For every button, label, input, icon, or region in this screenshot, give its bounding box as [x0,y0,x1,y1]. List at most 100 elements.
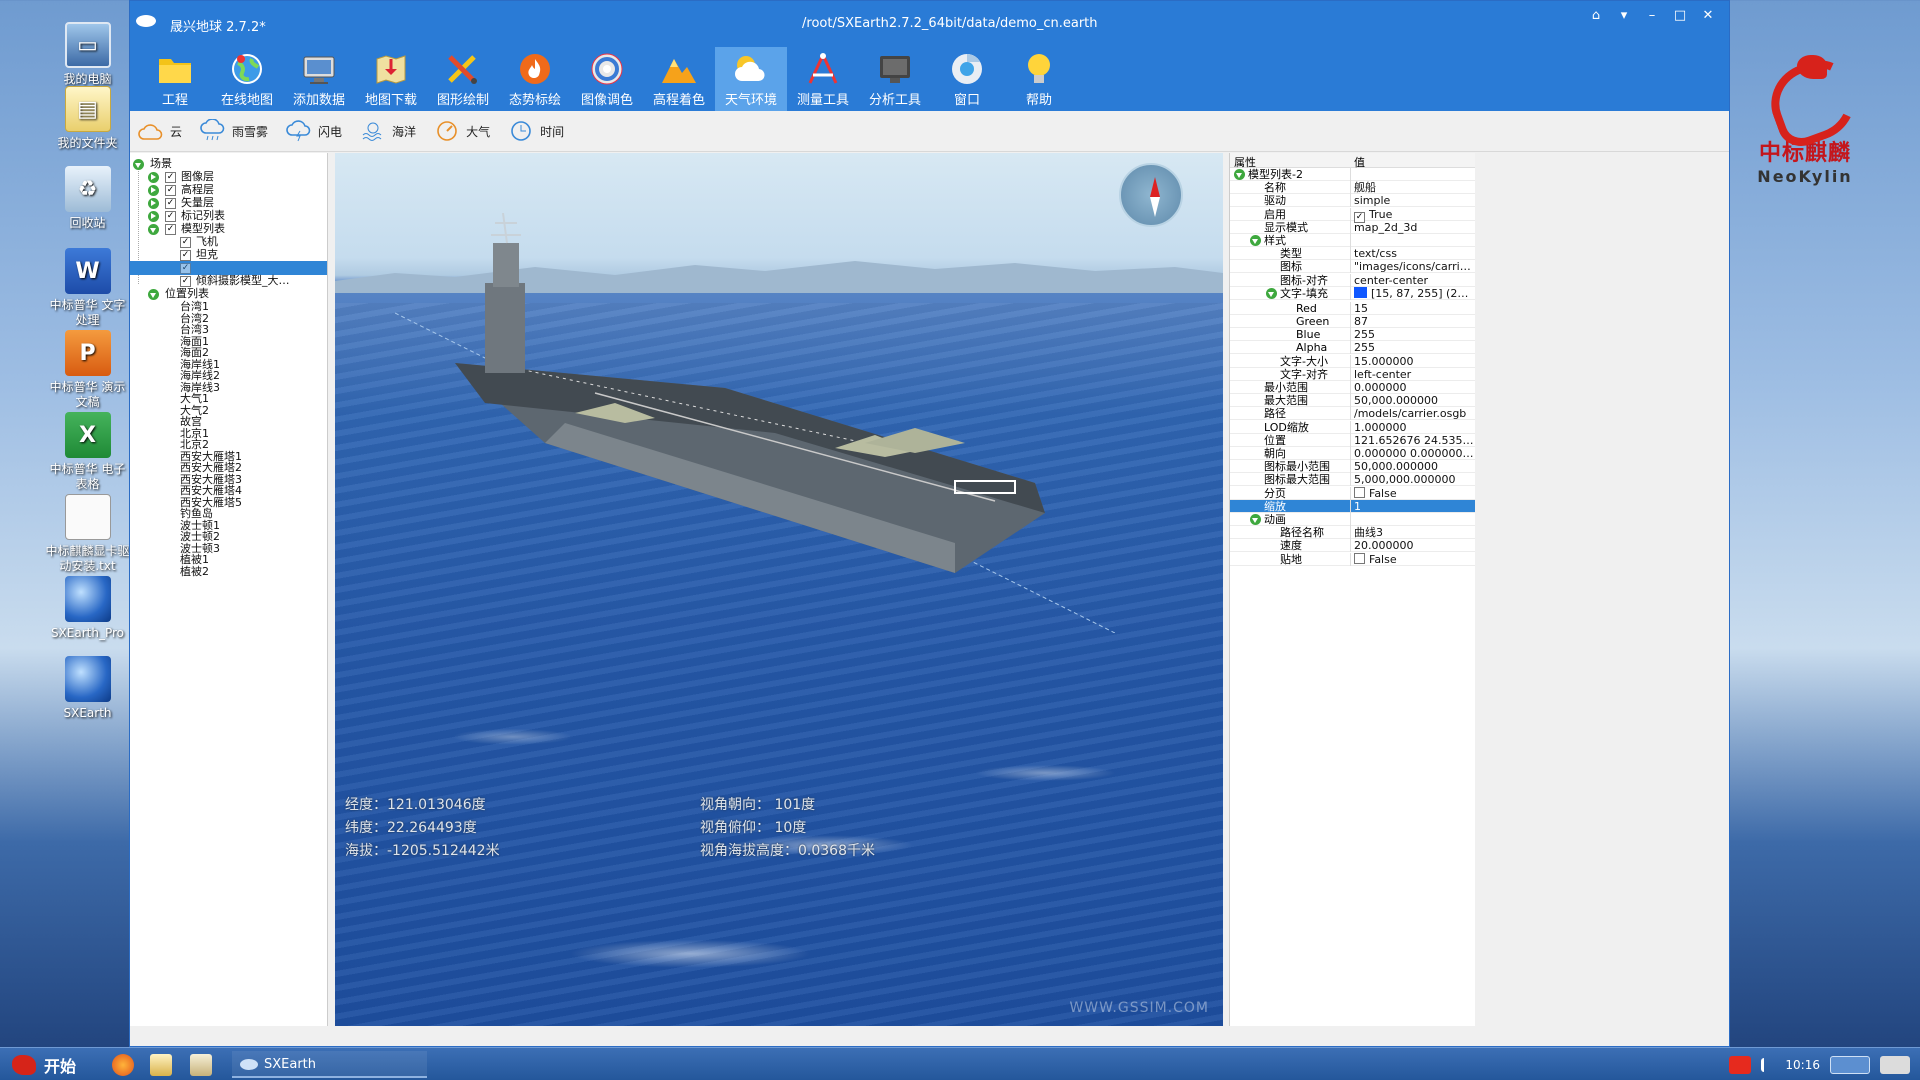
ribbon-image-color[interactable]: 图像调色 [571,47,643,111]
property-value[interactable]: "images/icons/carrier_6… [1354,260,1474,273]
property-row[interactable]: 文字-填充 [15, 87, 255] (255) [1230,286,1475,300]
tool-ocean[interactable]: 海洋 [360,119,416,143]
scene-tree[interactable]: 场景 ✓ 图像层 ✓ 高程层 ✓ 矢量层 ✓ 标记列表 ✓ 模型列表 ✓ 飞机 ✓ 坦克 ✓ … [130,153,328,1026]
desktop-icon-my-folder[interactable]: ▤ 我的文件夹 [45,86,130,151]
property-value[interactable]: 87 [1354,315,1474,328]
tree-location-item[interactable]: 植被2 [180,565,209,579]
property-value[interactable]: 1 [1354,500,1474,513]
expand-icon[interactable] [148,288,159,300]
color-swatch[interactable] [1354,286,1367,298]
maximize-button[interactable]: □ [1669,7,1691,25]
property-row[interactable]: 图标-对齐 center-center [1230,273,1475,287]
ribbon-window[interactable]: 窗口 [931,47,1003,111]
tree-layer-image[interactable]: ✓ 图像层 [148,170,214,184]
desktop-icon-recycle-bin[interactable]: ♻ 回收站 [45,166,130,231]
tree-model-list[interactable]: ✓ 模型列表 [148,222,225,236]
property-row[interactable]: 图标 "images/icons/carrier_6… [1230,260,1475,274]
ribbon-drawing[interactable]: 图形绘制 [427,47,499,111]
property-value[interactable]: 255 [1354,328,1474,341]
property-value[interactable]: 255 [1354,341,1474,354]
tray-clock[interactable]: 10:16 [1785,1058,1820,1072]
property-row[interactable]: 贴地 False [1230,552,1475,566]
minimize-button[interactable]: – [1641,7,1663,25]
property-value[interactable]: 舰船 [1354,181,1474,194]
property-row[interactable]: 模型列表-2 [1230,168,1475,181]
tree-model-plane[interactable]: ✓ 飞机 [180,235,218,249]
property-row[interactable]: 启用 ✓ True [1230,207,1475,223]
checkbox[interactable]: ✓ [180,249,191,261]
property-row[interactable]: 路径/models/carrier.osgb [1230,407,1475,421]
ribbon-add-data[interactable]: 添加数据 [283,47,355,111]
property-row[interactable]: Red 15 [1230,301,1475,315]
tool-lightning[interactable]: 闪电 [286,119,342,143]
property-row[interactable]: Alpha 255 [1230,341,1475,355]
property-row[interactable]: 图标最大范围 5,000,000.000000 [1230,473,1475,487]
expand-icon[interactable] [1250,514,1261,525]
property-value[interactable]: map_2d_3d [1354,221,1474,234]
checkbox[interactable]: ✓ [165,197,176,209]
property-value[interactable]: 121.652676 24.53526… [1354,434,1474,447]
property-grid[interactable]: 属性 值 模型列表-2 名称 舰船 驱动 simple 启用 ✓ True 显示模式 map_2d… [1229,153,1475,1026]
checkbox[interactable] [1354,552,1365,564]
tree-model-oblique[interactable]: ✓ 倾斜摄影模型_大… [180,274,290,288]
property-row[interactable]: 位置 121.652676 24.53526… [1230,433,1475,447]
property-value[interactable]: simple [1354,194,1474,207]
property-row[interactable]: 文字-大小 15.000000 [1230,354,1475,368]
desktop-icon-my-computer[interactable]: ▭ 我的电脑 [45,22,130,87]
property-row[interactable]: 速度 20.000000 [1230,539,1475,553]
ribbon-help[interactable]: 帮助 [1003,47,1075,111]
start-button[interactable]: 开始 [0,1048,95,1080]
property-row[interactable]: 最小范围 0.000000 [1230,381,1475,394]
desktop-icon-presentation[interactable]: P 中标普华 演示文稿 [45,330,130,410]
property-value[interactable]: 曲线3 [1354,526,1474,539]
property-row[interactable]: 分页 False [1230,486,1475,500]
close-button[interactable]: ✕ [1697,7,1719,25]
property-value[interactable]: 15.000000 [1354,355,1474,368]
property-value[interactable]: 15 [1354,302,1474,315]
property-value[interactable]: left-center [1354,368,1474,381]
property-value[interactable]: text/css [1354,247,1474,260]
property-row[interactable]: LOD缩放 1.000000 [1230,420,1475,434]
property-value[interactable]: False [1354,486,1474,500]
tree-layer-vector[interactable]: ✓ 矢量层 [148,196,214,210]
property-value[interactable]: 50,000.000000 [1354,394,1474,407]
checkbox[interactable]: ✓ [180,275,191,287]
desktop-icon-word[interactable]: W 中标普华 文字处理 [45,248,130,328]
property-value[interactable]: /models/carrier.osgb [1354,407,1474,420]
checkbox[interactable]: ✓ [165,223,176,235]
property-row[interactable]: 最大范围 50,000.000000 [1230,394,1475,408]
network-signal-icon[interactable] [1761,1057,1775,1072]
property-row[interactable]: 显示模式 map_2d_3d [1230,220,1475,234]
property-value[interactable]: 0.000000 0.000000 0.… [1354,447,1474,460]
tree-root-scene[interactable]: 场景 [133,157,172,171]
property-row[interactable]: 路径名称 曲线3 [1230,526,1475,540]
property-value[interactable]: 1.000000 [1354,421,1474,434]
checkbox[interactable]: ✓ [180,262,191,274]
expand-icon[interactable] [1234,169,1245,180]
compass-widget[interactable] [1119,163,1183,227]
property-row[interactable]: 动画 [1230,513,1475,526]
property-row[interactable]: Blue 255 [1230,328,1475,342]
expand-icon[interactable] [1266,287,1277,299]
desktop-icon-sxearth[interactable]: SXEarth [45,656,130,721]
aircraft-carrier-model[interactable] [395,213,1115,633]
property-row[interactable]: 图标最小范围 50,000.000000 [1230,460,1475,474]
input-method-icon[interactable] [1729,1055,1752,1074]
property-value[interactable]: 5,000,000.000000 [1354,473,1474,486]
property-row[interactable]: 驱动 simple [1230,194,1475,208]
property-value[interactable]: [15, 87, 255] (255) [1354,286,1474,300]
expand-icon[interactable] [133,158,144,170]
ribbon-map-download[interactable]: 地图下载 [355,47,427,111]
ribbon-weather[interactable]: 天气环境 [715,47,787,111]
property-row[interactable]: 缩放 1 [1230,499,1475,513]
expand-icon[interactable] [148,171,159,183]
tool-rain-snow-fog[interactable]: 雨雪雾 [200,119,268,143]
ribbon-measure[interactable]: 测量工具 [787,47,859,111]
mail-icon[interactable] [150,1054,172,1076]
property-row[interactable]: 文字-对齐 left-center [1230,367,1475,381]
property-value[interactable]: 20.000000 [1354,539,1474,552]
taskbar-sxearth-button[interactable]: SXEarth [232,1051,427,1078]
tool-atmosphere[interactable]: 大气 [434,119,490,143]
property-row[interactable]: 名称 舰船 [1230,181,1475,195]
property-row[interactable]: Green 87 [1230,315,1475,328]
